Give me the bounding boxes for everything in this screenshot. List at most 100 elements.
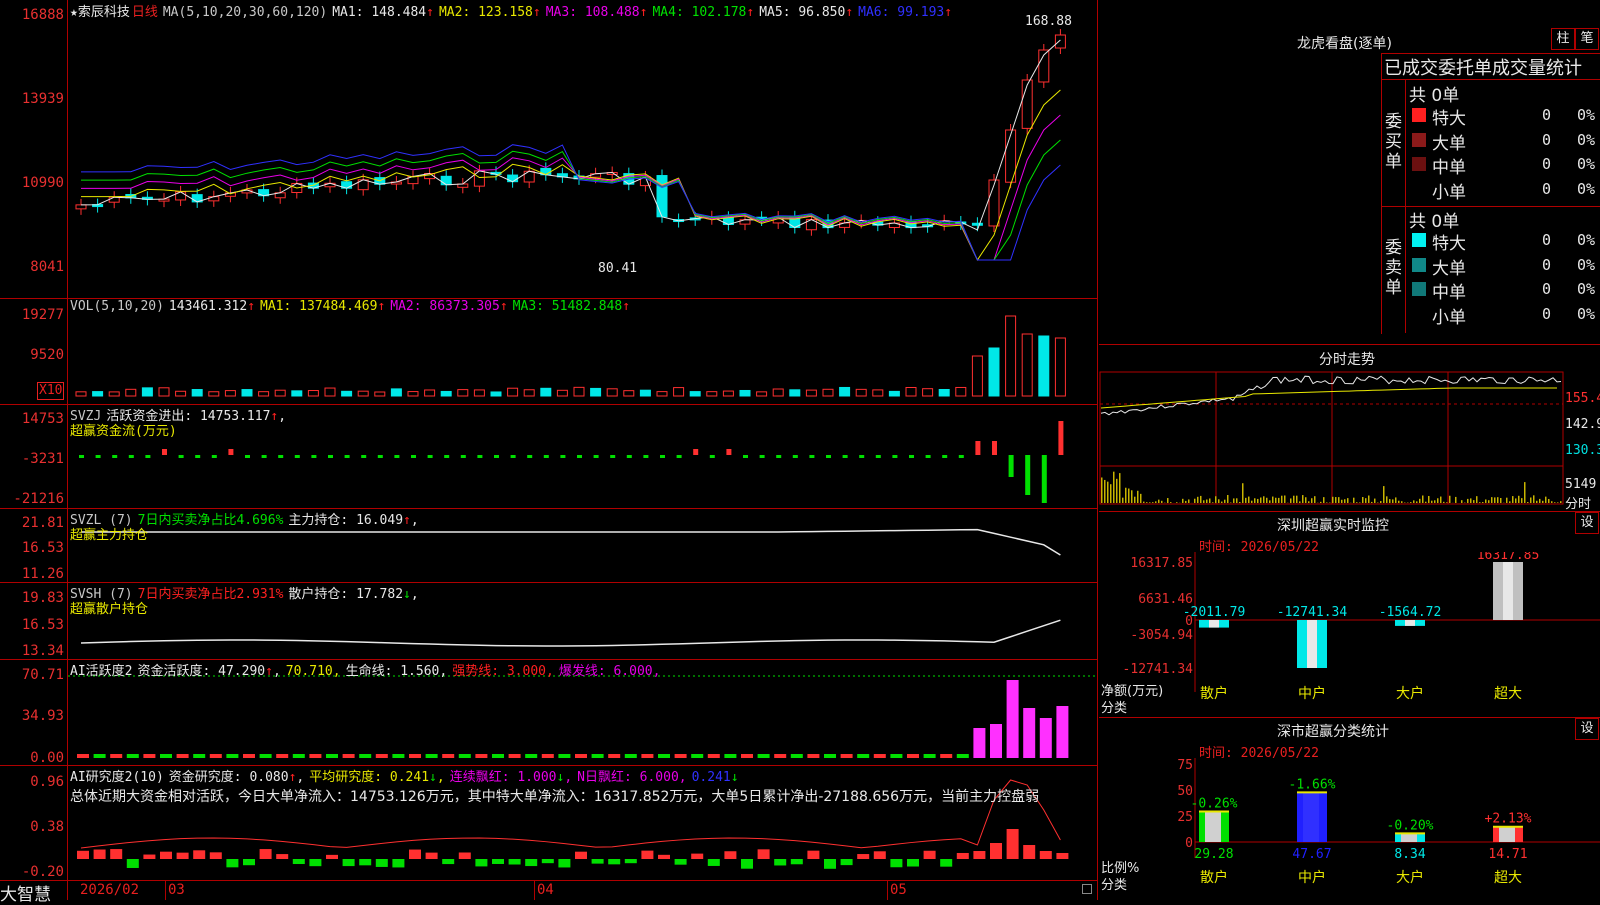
intraday-vol-bar [1113, 472, 1115, 503]
stock-name[interactable]: ★索辰科技 [70, 5, 130, 20]
intraday-vol-bar [1482, 502, 1484, 503]
activity-bar [210, 754, 222, 758]
activity-bar [1040, 718, 1052, 758]
class-change-label: +2.13% [1485, 812, 1532, 827]
class-bar-highlight [1401, 833, 1417, 842]
sz-net-bar-highlight [1209, 620, 1219, 628]
intraday-vol-bar [1254, 498, 1256, 503]
vol-bar [408, 392, 418, 396]
research-bar [475, 859, 487, 866]
vol-bar [723, 391, 733, 396]
svsh-axis-tick: 19.83 [0, 590, 64, 606]
research-bar [542, 859, 554, 863]
sz-value-label: -1564.72 [1379, 605, 1442, 620]
research-bar [874, 851, 886, 859]
divider [1099, 344, 1600, 345]
pen-view-button[interactable]: 笔 [1575, 28, 1599, 50]
intraday-vol-bar [1515, 498, 1517, 503]
sz-net-bar-highlight [1503, 562, 1513, 620]
flow-bar [394, 455, 399, 458]
brand-logo[interactable]: 大智慧 [0, 880, 51, 905]
sz-value-label: -12741.34 [1277, 605, 1348, 620]
vol-bar [192, 390, 202, 396]
intraday-vol-bar [1227, 495, 1229, 503]
research-bar [924, 851, 936, 859]
ai1-lifeline: 生命线: 1.560, [346, 664, 448, 679]
svzl-axis-tick: 11.26 [0, 566, 64, 582]
research-bar [492, 859, 504, 864]
right-panel: 龙虎看盘(逐单) 柱 笔 已成交委托单成交量统计 委买单 共 0单 委卖单 共 … [1099, 0, 1600, 900]
ai2-continuous-red: 连续飘红: 1.000↓, [450, 770, 572, 785]
intraday-vol-bar [1128, 489, 1130, 503]
intraday-vol-bar [1554, 502, 1556, 503]
intraday-vol-bar [1527, 502, 1529, 503]
intraday-vol-bar [1467, 499, 1469, 503]
research-bar [110, 849, 122, 859]
vol-ma2: MA2: 86373.305↑ [390, 299, 507, 314]
flow-bar [162, 449, 167, 455]
intraday-vol-bar [1479, 502, 1481, 503]
period-label[interactable]: 日线 [132, 5, 158, 20]
intraday-chart[interactable] [1099, 368, 1600, 510]
activity-bar [309, 754, 321, 758]
vol-bar [142, 388, 152, 396]
research-bar [243, 859, 255, 865]
class-change-label: -0.26% [1191, 797, 1238, 812]
price-tick: 8041 [0, 259, 64, 275]
activity-bar [542, 754, 554, 758]
research-bar [907, 859, 919, 867]
intraday-vol-bar [1512, 496, 1514, 503]
flow-bar [195, 455, 200, 458]
research-bar [608, 859, 620, 864]
intraday-vol-bar [1263, 496, 1265, 503]
class-change-label: -0.20% [1387, 818, 1434, 833]
intraday-vol-bar [1236, 498, 1238, 503]
activity-bar [409, 754, 421, 758]
intraday-vol-bar [1422, 496, 1424, 503]
flow-bar [444, 455, 449, 458]
vol-unit-badge: X10 [37, 382, 64, 400]
vol-bar [508, 388, 518, 396]
intraday-label: 分时 [1565, 493, 1591, 512]
ai2-avg-research: 平均研究度: 0.241↓, [309, 770, 444, 785]
svsh-axis-tick: 13.34 [0, 643, 64, 659]
activity-bar [874, 754, 886, 758]
intraday-vol-bar [1431, 501, 1433, 503]
ma-params: MA(5,10,20,30,60,120) [163, 5, 327, 20]
intraday-vol-bar [1461, 500, 1463, 503]
flow-bar [511, 455, 516, 458]
intraday-vol-bar [1326, 502, 1328, 503]
sz-settings-button[interactable]: 设 [1575, 512, 1599, 534]
sz-category: 中户 [1298, 685, 1326, 702]
flow-bar [643, 455, 648, 458]
class-category: 散户 [1200, 869, 1228, 886]
order-percent: 0% [1577, 155, 1595, 173]
svzl-axis-tick: 21.81 [0, 515, 64, 531]
bar-view-button[interactable]: 柱 [1551, 28, 1575, 50]
class-settings-button[interactable]: 设 [1575, 718, 1599, 740]
vol-header: VOL(5,10,20)143461.312↑MA1: 137484.469↑M… [70, 299, 635, 314]
intraday-vol-bar [1362, 497, 1364, 503]
flow-bar [228, 449, 233, 455]
vol-bar [358, 391, 368, 396]
sz-axis-tick: 16317.85 [1130, 556, 1193, 571]
activity-bar [177, 754, 189, 758]
vol-bar [1022, 334, 1032, 396]
intraday-vol-bar [1137, 491, 1139, 503]
intraday-vol-bar [1380, 501, 1382, 503]
activity-bar [160, 754, 172, 758]
vol-bar [607, 389, 617, 396]
intraday-axis-tick: 155.4 [1565, 391, 1600, 406]
research-bar [226, 859, 238, 867]
intraday-vol-bar [1443, 502, 1445, 503]
sz-axis-tick: -3054.94 [1130, 628, 1193, 643]
intraday-vol-bar [1215, 496, 1217, 503]
intraday-axis-tick: 130.3 [1565, 443, 1600, 458]
activity-bar [276, 754, 288, 758]
candle [657, 176, 667, 217]
sz-value-label: -2011.79 [1183, 605, 1246, 620]
order-percent: 0% [1577, 231, 1595, 249]
activity-bar [442, 754, 454, 758]
lock-icon[interactable] [1082, 884, 1092, 894]
activity-bar [260, 754, 272, 758]
